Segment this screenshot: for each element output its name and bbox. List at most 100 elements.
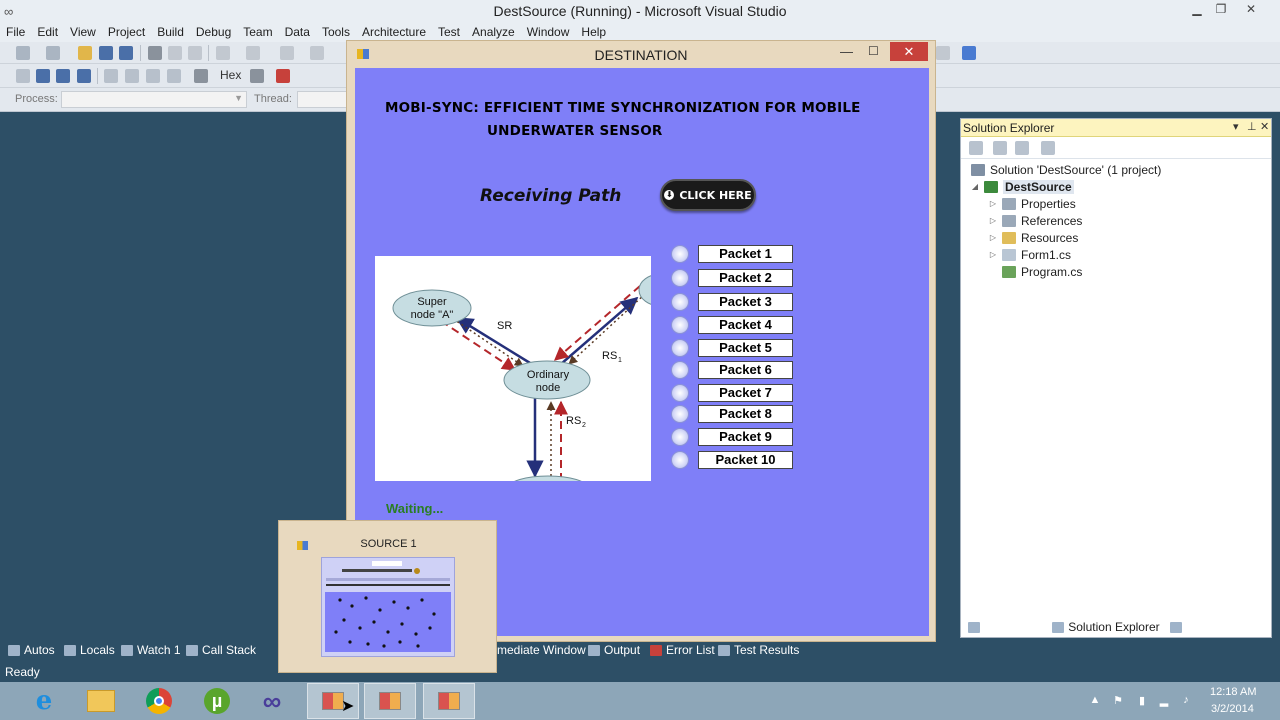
taskbar-visual-studio[interactable]: ∞	[246, 683, 298, 719]
breakpoints-icon[interactable]	[250, 69, 264, 83]
tab-autos[interactable]: Autos	[8, 643, 55, 657]
navigate-forward-icon[interactable]	[310, 46, 324, 60]
output-window-icon[interactable]	[276, 69, 290, 83]
collapsed-arrow-icon[interactable]: ▷	[987, 216, 999, 225]
taskbar-utorrent[interactable]: µ	[191, 683, 243, 719]
properties-icon[interactable]	[969, 141, 983, 155]
expanded-arrow-icon[interactable]: ◢	[969, 182, 981, 191]
quick-watch-icon[interactable]	[194, 69, 208, 83]
tree-item-resources[interactable]: ▷ Resources	[987, 229, 1078, 246]
step-into-icon[interactable]	[125, 69, 139, 83]
step-over-icon[interactable]	[146, 69, 160, 83]
maximize-icon[interactable]: ☐	[868, 44, 879, 58]
toolbox-icon[interactable]	[962, 46, 976, 60]
paste-icon[interactable]	[188, 46, 202, 60]
destination-titlebar[interactable]: DESTINATION — ☐ ✕	[347, 41, 935, 67]
taskbar-winform-app-2[interactable]	[364, 683, 416, 719]
packet-1-radio[interactable]	[671, 245, 689, 263]
copy-icon[interactable]	[168, 46, 182, 60]
packet-9-radio[interactable]	[671, 428, 689, 446]
cut-icon[interactable]	[148, 46, 162, 60]
class-diagram-icon[interactable]	[1041, 141, 1055, 155]
taskbar-internet-explorer[interactable]: e	[18, 683, 70, 719]
tab-team-explorer[interactable]: Team Explorer	[1166, 618, 1267, 636]
menu-analyze[interactable]: Analyze	[472, 25, 515, 39]
new-project-icon[interactable]	[16, 46, 30, 60]
battery-icon[interactable]: ▮	[1136, 694, 1148, 707]
navigate-backward-icon[interactable]	[280, 46, 294, 60]
open-file-icon[interactable]	[78, 46, 92, 60]
add-item-icon[interactable]	[46, 46, 60, 60]
taskbar-thumbnail-preview[interactable]: SOURCE 1	[278, 520, 497, 673]
taskbar-winform-app-3[interactable]	[423, 683, 475, 719]
action-center-icon[interactable]: ⚑	[1112, 694, 1124, 707]
process-combo[interactable]: ▼	[61, 91, 247, 108]
tab-locals[interactable]: Locals	[64, 643, 115, 657]
tree-project[interactable]: ◢ DestSource	[969, 178, 1074, 195]
tab-output[interactable]: Output	[588, 643, 640, 657]
taskbar-chrome[interactable]	[133, 683, 185, 719]
close-icon[interactable]: ✕	[890, 42, 928, 61]
tree-item-form1[interactable]: ▷ Form1.cs	[987, 246, 1071, 263]
save-all-icon[interactable]	[119, 46, 133, 60]
chevron-down-icon[interactable]: ▾	[1233, 120, 1239, 133]
close-icon[interactable]: ✕	[1240, 2, 1262, 20]
tree-item-program[interactable]: Program.cs	[999, 263, 1082, 280]
show-hidden-icons-icon[interactable]: ▲	[1089, 694, 1101, 706]
packet-3-radio[interactable]	[671, 293, 689, 311]
volume-icon[interactable]: ♪	[1180, 694, 1192, 706]
stop-debugging-icon[interactable]	[56, 69, 70, 83]
refresh-icon[interactable]	[1015, 141, 1029, 155]
tab-watch-1[interactable]: Watch 1	[121, 643, 181, 657]
menu-project[interactable]: Project	[108, 25, 145, 39]
continue-icon[interactable]	[16, 69, 30, 83]
menu-debug[interactable]: Debug	[196, 25, 231, 39]
menu-view[interactable]: View	[70, 25, 96, 39]
menu-data[interactable]: Data	[285, 25, 310, 39]
collapsed-arrow-icon[interactable]: ▷	[987, 233, 999, 242]
minimize-icon[interactable]: ▁	[1186, 2, 1208, 20]
undo-icon[interactable]	[216, 46, 230, 60]
packet-6-radio[interactable]	[671, 361, 689, 379]
tab-immediate-window[interactable]: mediate Window	[497, 643, 586, 657]
pin-icon[interactable]: ⊥	[1247, 120, 1257, 133]
packet-8-radio[interactable]	[671, 405, 689, 423]
tab-call-stack[interactable]: Call Stack	[186, 643, 256, 657]
tree-item-properties[interactable]: ▷ Properties	[987, 195, 1076, 212]
click-here-button[interactable]: ⬇ CLICK HERE	[660, 179, 756, 211]
menu-file[interactable]: File	[6, 25, 25, 39]
menu-help[interactable]: Help	[581, 25, 606, 39]
save-icon[interactable]	[99, 46, 113, 60]
show-next-statement-icon[interactable]	[104, 69, 118, 83]
menu-test[interactable]: Test	[438, 25, 460, 39]
packet-2-radio[interactable]	[671, 269, 689, 287]
minimize-icon[interactable]: —	[840, 44, 853, 59]
restart-icon[interactable]	[77, 69, 91, 83]
hex-toggle[interactable]: Hex	[220, 68, 241, 82]
show-all-files-icon[interactable]	[993, 141, 1007, 155]
packet-10-radio[interactable]	[671, 451, 689, 469]
step-out-icon[interactable]	[167, 69, 181, 83]
menu-architecture[interactable]: Architecture	[362, 25, 426, 39]
thread-combo[interactable]	[297, 91, 347, 108]
taskbar-file-explorer[interactable]	[75, 683, 127, 719]
menu-window[interactable]: Window	[527, 25, 570, 39]
tab-solution-explorer[interactable]: Solution Explorer	[1048, 618, 1164, 636]
tree-item-references[interactable]: ▷ References	[987, 212, 1082, 229]
network-icon[interactable]: ▂	[1158, 694, 1170, 707]
tree-solution[interactable]: Solution 'DestSource' (1 project)	[971, 161, 1161, 178]
toolbar-options-icon[interactable]	[936, 46, 950, 60]
packet-7-radio[interactable]	[671, 384, 689, 402]
collapsed-arrow-icon[interactable]: ▷	[987, 250, 999, 259]
menu-tools[interactable]: Tools	[322, 25, 350, 39]
close-icon[interactable]: ✕	[1260, 120, 1269, 133]
menu-edit[interactable]: Edit	[37, 25, 58, 39]
tab-error-list[interactable]: Error List	[650, 643, 715, 657]
clock-date[interactable]: 3/2/2014	[1211, 703, 1254, 715]
collapsed-arrow-icon[interactable]: ▷	[987, 199, 999, 208]
menu-team[interactable]: Team	[243, 25, 272, 39]
break-all-icon[interactable]	[36, 69, 50, 83]
packet-4-radio[interactable]	[671, 316, 689, 334]
tab-intellitrace[interactable]: IntelliTrace	[964, 618, 1046, 636]
menu-build[interactable]: Build	[157, 25, 184, 39]
